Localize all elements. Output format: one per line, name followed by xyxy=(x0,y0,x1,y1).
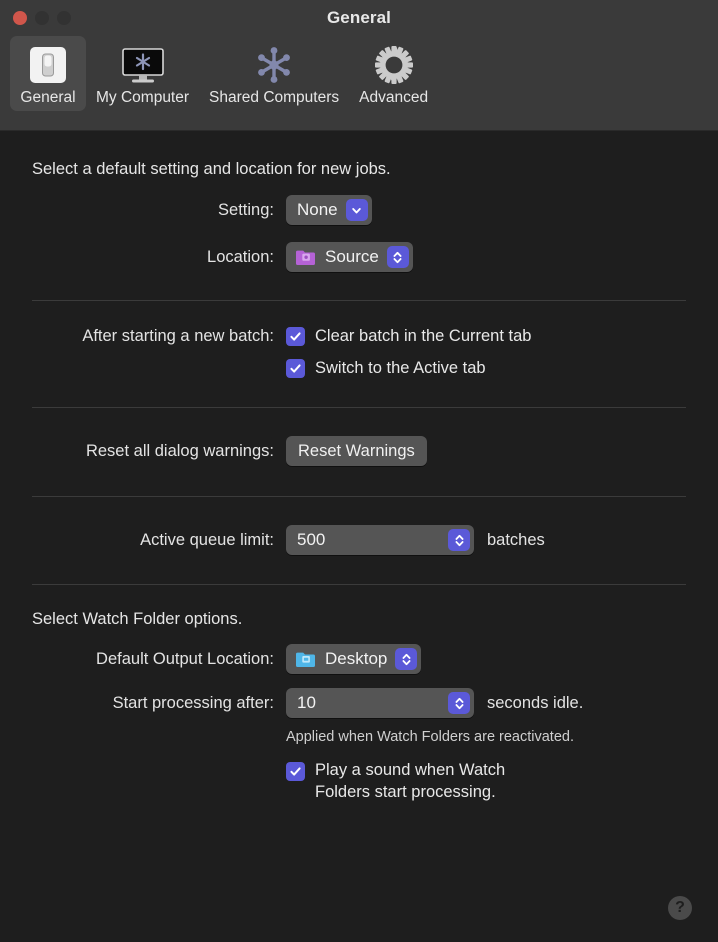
location-label: Location: xyxy=(207,247,274,266)
toolbar-label-my-computer: My Computer xyxy=(96,89,190,106)
toolbar-item-general[interactable]: General xyxy=(10,36,86,111)
gear-icon xyxy=(373,42,415,88)
reset-warnings-button[interactable]: Reset Warnings xyxy=(286,436,427,466)
preferences-content: Select a default setting and location fo… xyxy=(0,131,718,942)
watch-folder-hint: Applied when Watch Folders are reactivat… xyxy=(286,729,574,745)
checkbox-label-play-sound: Play a sound when Watch Folders start pr… xyxy=(315,760,505,804)
window-title: General xyxy=(326,8,391,27)
chevron-up-down-icon xyxy=(395,648,418,670)
check-icon xyxy=(290,332,301,341)
maximize-button[interactable] xyxy=(57,11,71,25)
check-icon xyxy=(290,364,301,373)
window-controls xyxy=(13,11,71,25)
light-switch-icon xyxy=(28,42,68,88)
default-output-location-label: Default Output Location: xyxy=(96,649,274,668)
close-button[interactable] xyxy=(13,11,27,25)
network-node-icon xyxy=(252,42,296,88)
default-output-location-value: Desktop xyxy=(325,649,388,668)
chevron-up-down-icon xyxy=(386,246,409,268)
minimize-button[interactable] xyxy=(35,11,49,25)
setting-popup-button[interactable]: None xyxy=(286,195,372,225)
setting-value: None xyxy=(297,200,338,219)
toolbar-item-my-computer[interactable]: My Computer xyxy=(86,36,199,111)
checkbox-play-sound[interactable] xyxy=(286,762,305,781)
toolbar-label-general: General xyxy=(20,89,76,106)
title-bar: General xyxy=(0,0,718,36)
checkbox-clear-batch[interactable] xyxy=(286,327,305,346)
separator-1 xyxy=(32,300,686,301)
reset-warnings-label: Reset all dialog warnings: xyxy=(85,441,274,460)
start-processing-stepper[interactable]: 10 xyxy=(286,688,474,718)
queue-limit-value: 500 xyxy=(297,530,326,549)
start-processing-value: 10 xyxy=(297,693,316,712)
queue-limit-unit: batches xyxy=(487,530,545,549)
play-sound-line-2: Folders start processing. xyxy=(315,782,496,801)
start-processing-unit: seconds idle. xyxy=(487,693,584,712)
defaults-heading: Select a default setting and location fo… xyxy=(32,160,391,178)
separator-3 xyxy=(32,496,686,497)
checkbox-label-switch-active-tab: Switch to the Active tab xyxy=(315,359,486,377)
preferences-window: General General My Computer Shared Compu… xyxy=(0,0,718,942)
purple-settings-folder-icon xyxy=(295,248,317,266)
default-output-location-popup[interactable]: Desktop xyxy=(286,644,422,674)
display-icon xyxy=(120,42,166,88)
location-value: Source xyxy=(325,247,379,266)
queue-limit-label: Active queue limit: xyxy=(140,530,274,549)
blue-folder-icon xyxy=(295,650,317,668)
toolbar-label-advanced: Advanced xyxy=(359,89,429,106)
help-button[interactable]: ? xyxy=(668,896,692,920)
toolbar-item-advanced[interactable]: Advanced xyxy=(349,36,438,111)
toolbar-label-shared-computers: Shared Computers xyxy=(209,89,340,106)
chevron-up-down-icon[interactable] xyxy=(448,529,470,551)
start-processing-label: Start processing after: xyxy=(112,693,274,712)
watch-folder-heading: Select Watch Folder options. xyxy=(32,610,243,628)
toolbar-item-shared-computers[interactable]: Shared Computers xyxy=(199,36,349,111)
location-popup-button[interactable]: Source xyxy=(286,242,413,272)
queue-limit-stepper[interactable]: 500 xyxy=(286,525,474,555)
batch-label: After starting a new batch: xyxy=(82,327,274,345)
separator-2 xyxy=(32,407,686,408)
play-sound-line-1: Play a sound when Watch xyxy=(315,761,506,779)
chevron-down-icon xyxy=(345,199,368,221)
setting-label: Setting: xyxy=(218,200,274,219)
checkbox-switch-active-tab[interactable] xyxy=(286,359,305,378)
checkbox-label-clear-batch: Clear batch in the Current tab xyxy=(315,327,532,345)
preferences-toolbar: General My Computer Shared Computers Adv… xyxy=(0,36,718,131)
check-icon xyxy=(290,767,301,776)
separator-4 xyxy=(32,584,686,585)
chevron-up-down-icon[interactable] xyxy=(448,692,470,714)
